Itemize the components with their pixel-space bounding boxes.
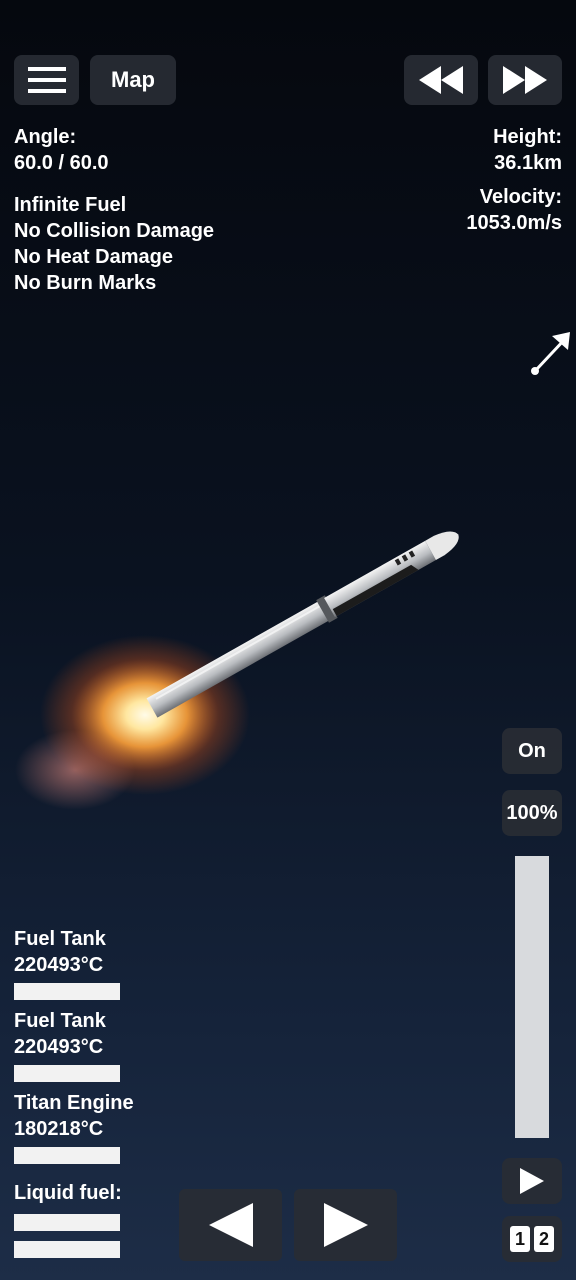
stage-1-badge[interactable]: 1	[510, 1226, 530, 1252]
map-button-label: Map	[111, 67, 155, 92]
part-temp: 220493°C	[14, 1036, 104, 1058]
liquid-fuel-bar-fill	[14, 1241, 120, 1258]
triangle-left-icon	[208, 1203, 253, 1247]
map-button[interactable]: Map	[90, 55, 176, 105]
part-name: Titan Engine	[14, 1092, 134, 1114]
fast-forward-button[interactable]	[488, 55, 562, 105]
angle-label: Angle:	[14, 126, 77, 148]
play-button[interactable]	[502, 1158, 562, 1204]
cheat-infinite-fuel: Infinite Fuel	[14, 194, 127, 216]
cheat-no-collision-damage: No Collision Damage	[14, 220, 215, 242]
part-name: Fuel Tank	[14, 1010, 106, 1032]
angle-value: 60.0 / 60.0	[14, 152, 109, 174]
part-heat-bar	[14, 983, 120, 1000]
velocity-label: Velocity:	[479, 186, 562, 208]
menu-button[interactable]	[14, 55, 79, 105]
throttle-slider[interactable]	[515, 856, 549, 1138]
liquid-fuel-bar	[14, 1214, 120, 1231]
part-name: Fuel Tank	[14, 928, 106, 950]
triangle-right-icon	[323, 1203, 368, 1247]
part-heat-bar	[14, 1065, 120, 1082]
hamburger-menu-icon	[27, 67, 66, 93]
cheat-no-burn-marks: No Burn Marks	[14, 272, 157, 294]
rewind-button[interactable]	[404, 55, 478, 105]
rotate-right-button[interactable]	[294, 1189, 397, 1261]
liquid-fuel-bar	[14, 1241, 120, 1258]
throttle-toggle-label: On	[518, 739, 546, 762]
throttle-percent: 100%	[502, 790, 562, 836]
cheat-no-heat-damage: No Heat Damage	[14, 246, 173, 268]
throttle-toggle-button[interactable]: On	[502, 728, 562, 774]
part-temp: 220493°C	[14, 954, 104, 976]
fast-forward-icon	[503, 66, 547, 94]
part-heat-bar-fill	[14, 983, 120, 1000]
throttle-slider-fill	[515, 856, 549, 1138]
part-heat-bar-fill	[14, 1147, 120, 1164]
stage-selector[interactable]: 1 2	[502, 1216, 562, 1262]
throttle-percent-label: 100%	[506, 801, 558, 824]
part-heat-bar-fill	[14, 1065, 120, 1082]
direction-arrow-icon[interactable]	[528, 330, 572, 376]
liquid-fuel-label: Liquid fuel:	[14, 1182, 122, 1204]
height-label: Height:	[493, 126, 562, 148]
part-heat-bar	[14, 1147, 120, 1164]
rotate-left-button[interactable]	[179, 1189, 282, 1261]
liquid-fuel-bar-fill	[14, 1214, 120, 1231]
height-value: 36.1km	[494, 152, 562, 174]
velocity-value: 1053.0m/s	[466, 212, 562, 234]
play-icon	[520, 1168, 544, 1194]
rewind-icon	[419, 66, 463, 94]
rocket	[146, 531, 459, 718]
stage-2-badge[interactable]: 2	[534, 1226, 554, 1252]
part-temp: 180218°C	[14, 1118, 104, 1140]
